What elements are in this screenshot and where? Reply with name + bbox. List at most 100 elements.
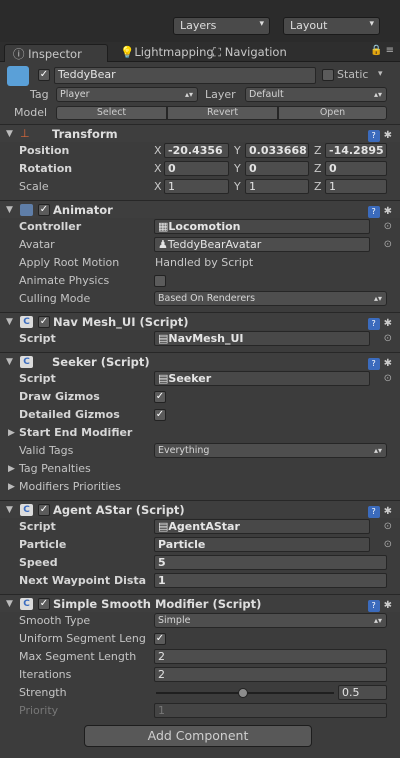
position-x-input[interactable]: -20.4356 xyxy=(164,143,229,158)
navmesh-enabled-checkbox[interactable]: ✓ xyxy=(38,316,50,328)
gear-icon[interactable]: ✱ xyxy=(384,318,392,329)
smooth-enabled-checkbox[interactable]: ✓ xyxy=(38,598,50,610)
agent-header[interactable]: ▼ C ✓ Agent AStar (Script) ? ✱ xyxy=(0,500,400,518)
object-picker-icon[interactable]: ⊙ xyxy=(384,370,392,388)
static-checkbox[interactable] xyxy=(322,69,334,81)
y-label: Y xyxy=(234,144,241,157)
speed-input[interactable]: 5 xyxy=(154,555,387,570)
scale-label: Scale xyxy=(19,180,49,193)
transform-header[interactable]: ▼ ⊥ Transform ? ✱ xyxy=(0,124,400,142)
layer-dropdown[interactable]: Default ▴▾ xyxy=(245,87,387,102)
seeker-script-field[interactable]: ▤Seeker xyxy=(154,371,370,386)
rotation-y-input[interactable]: 0 xyxy=(245,161,309,176)
transform-title: Transform xyxy=(52,127,118,141)
tab-menu[interactable]: 🔒 ≡ xyxy=(370,45,394,56)
help-book-icon[interactable]: ? xyxy=(367,600,380,612)
object-picker-icon[interactable]: ⊙ xyxy=(384,518,392,536)
foldout-arrow-icon[interactable]: ▼ xyxy=(6,353,13,371)
foldout-right-icon[interactable]: ▶ xyxy=(8,460,15,478)
script-icon: C xyxy=(20,504,33,516)
layout-dropdown[interactable]: Layout ▾ xyxy=(283,17,380,35)
foldout-arrow-icon[interactable]: ▼ xyxy=(6,201,13,219)
help-book-icon[interactable]: ? xyxy=(367,206,380,218)
help-book-icon[interactable]: ? xyxy=(367,358,380,370)
animator-enabled-checkbox[interactable]: ✓ xyxy=(38,204,50,216)
rotation-x-input[interactable]: 0 xyxy=(164,161,229,176)
avatar-field[interactable]: ♟TeddyBearAvatar xyxy=(154,237,370,252)
seeker-header[interactable]: ▼ C Seeker (Script) ? ✱ xyxy=(0,352,400,370)
smooth-header[interactable]: ▼ C ✓ Simple Smooth Modifier (Script) ? ✱ xyxy=(0,594,400,612)
select-button[interactable]: Select xyxy=(56,106,167,120)
max-segment-input[interactable]: 2 xyxy=(154,649,387,664)
foldout-arrow-icon[interactable]: ▼ xyxy=(6,595,13,613)
chevron-down-icon[interactable]: ▾ xyxy=(378,65,383,83)
particle-field[interactable]: Particle xyxy=(154,537,370,552)
animate-physics-checkbox[interactable] xyxy=(154,275,166,287)
revert-button[interactable]: Revert xyxy=(167,106,278,120)
smooth-type-dropdown[interactable]: Simple ▴▾ xyxy=(154,613,387,628)
bulb-icon: 💡 xyxy=(120,45,135,59)
x-label: X xyxy=(154,144,162,157)
foldout-right-icon[interactable]: ▶ xyxy=(8,478,15,496)
controller-row: Controller ▦Locomotion ⊙ xyxy=(0,218,400,236)
culling-dropdown[interactable]: Based On Renderers ▴▾ xyxy=(154,291,387,306)
layers-label: Layers xyxy=(180,19,217,32)
navmesh-script-field[interactable]: ▤NavMesh_UI xyxy=(154,331,370,346)
help-book-icon[interactable]: ? xyxy=(367,130,380,142)
waypoint-input[interactable]: 1 xyxy=(154,573,387,588)
gear-icon[interactable]: ✱ xyxy=(384,206,392,217)
object-name-input[interactable]: TeddyBear xyxy=(54,67,316,84)
script-label: Script xyxy=(19,372,56,385)
modifiers-row[interactable]: ▶ Modifiers Priorities xyxy=(0,478,400,496)
animator-header[interactable]: ▼ ✓ Animator ? ✱ xyxy=(0,200,400,218)
object-picker-icon[interactable]: ⊙ xyxy=(384,330,392,348)
foldout-arrow-icon[interactable]: ▼ xyxy=(6,501,13,519)
gear-icon[interactable]: ✱ xyxy=(384,600,392,611)
object-picker-icon[interactable]: ⊙ xyxy=(384,218,392,236)
help-book-icon[interactable]: ? xyxy=(367,506,380,518)
lock-icon[interactable]: 🔒 xyxy=(370,45,382,56)
foldout-arrow-icon[interactable]: ▼ xyxy=(6,313,13,331)
help-book-icon[interactable]: ? xyxy=(367,318,380,330)
foldout-arrow-icon[interactable]: ▼ xyxy=(6,125,13,143)
detailed-gizmos-checkbox[interactable]: ✓ xyxy=(154,409,166,421)
uniform-checkbox[interactable]: ✓ xyxy=(154,633,166,645)
priority-row: Priority 1 xyxy=(0,702,400,720)
gear-icon[interactable]: ✱ xyxy=(384,130,392,141)
strength-slider-handle[interactable] xyxy=(238,688,248,698)
navmesh-header[interactable]: ▼ C ✓ Nav Mesh_UI (Script) ? ✱ xyxy=(0,312,400,330)
tab-inspector[interactable]: ⓘ Inspector xyxy=(4,44,108,62)
priority-label: Priority xyxy=(19,704,59,717)
scale-x-input[interactable]: 1 xyxy=(164,179,229,194)
agent-script-value: AgentAStar xyxy=(168,520,240,533)
tab-navigation[interactable]: ⛶ Navigation xyxy=(205,44,295,62)
agent-enabled-checkbox[interactable]: ✓ xyxy=(38,504,50,516)
tag-penalties-row[interactable]: ▶ Tag Penalties xyxy=(0,460,400,478)
start-end-row[interactable]: ▶ Start End Modifier xyxy=(0,424,400,442)
open-button[interactable]: Open xyxy=(278,106,387,120)
menu-icon[interactable]: ≡ xyxy=(386,45,394,56)
particle-row: Particle Particle ⊙ xyxy=(0,536,400,554)
gear-icon[interactable]: ✱ xyxy=(384,506,392,517)
rotation-z-input[interactable]: 0 xyxy=(325,161,387,176)
avatar-value: TeddyBearAvatar xyxy=(167,238,262,251)
scale-z-input[interactable]: 1 xyxy=(325,179,387,194)
layers-dropdown[interactable]: Layers ▾ xyxy=(173,17,270,35)
position-y-input[interactable]: 0.033668 xyxy=(245,143,309,158)
object-picker-icon[interactable]: ⊙ xyxy=(384,536,392,554)
gear-icon[interactable]: ✱ xyxy=(384,358,392,369)
active-checkbox[interactable]: ✓ xyxy=(38,69,50,81)
foldout-right-icon[interactable]: ▶ xyxy=(8,424,15,442)
iterations-input[interactable]: 2 xyxy=(154,667,387,682)
agent-script-field[interactable]: ▤AgentAStar xyxy=(154,519,370,534)
draw-gizmos-checkbox[interactable]: ✓ xyxy=(154,391,166,403)
valid-tags-dropdown[interactable]: Everything ▴▾ xyxy=(154,443,387,458)
position-z-input[interactable]: -14.2895 xyxy=(325,143,387,158)
strength-input[interactable]: 0.5 xyxy=(338,685,387,700)
navigation-icon: ⛶ xyxy=(213,45,225,59)
controller-field[interactable]: ▦Locomotion xyxy=(154,219,370,234)
tag-dropdown[interactable]: Player ▴▾ xyxy=(56,87,198,102)
scale-y-input[interactable]: 1 xyxy=(245,179,309,194)
add-component-button[interactable]: Add Component xyxy=(84,725,312,747)
object-picker-icon[interactable]: ⊙ xyxy=(384,236,392,254)
